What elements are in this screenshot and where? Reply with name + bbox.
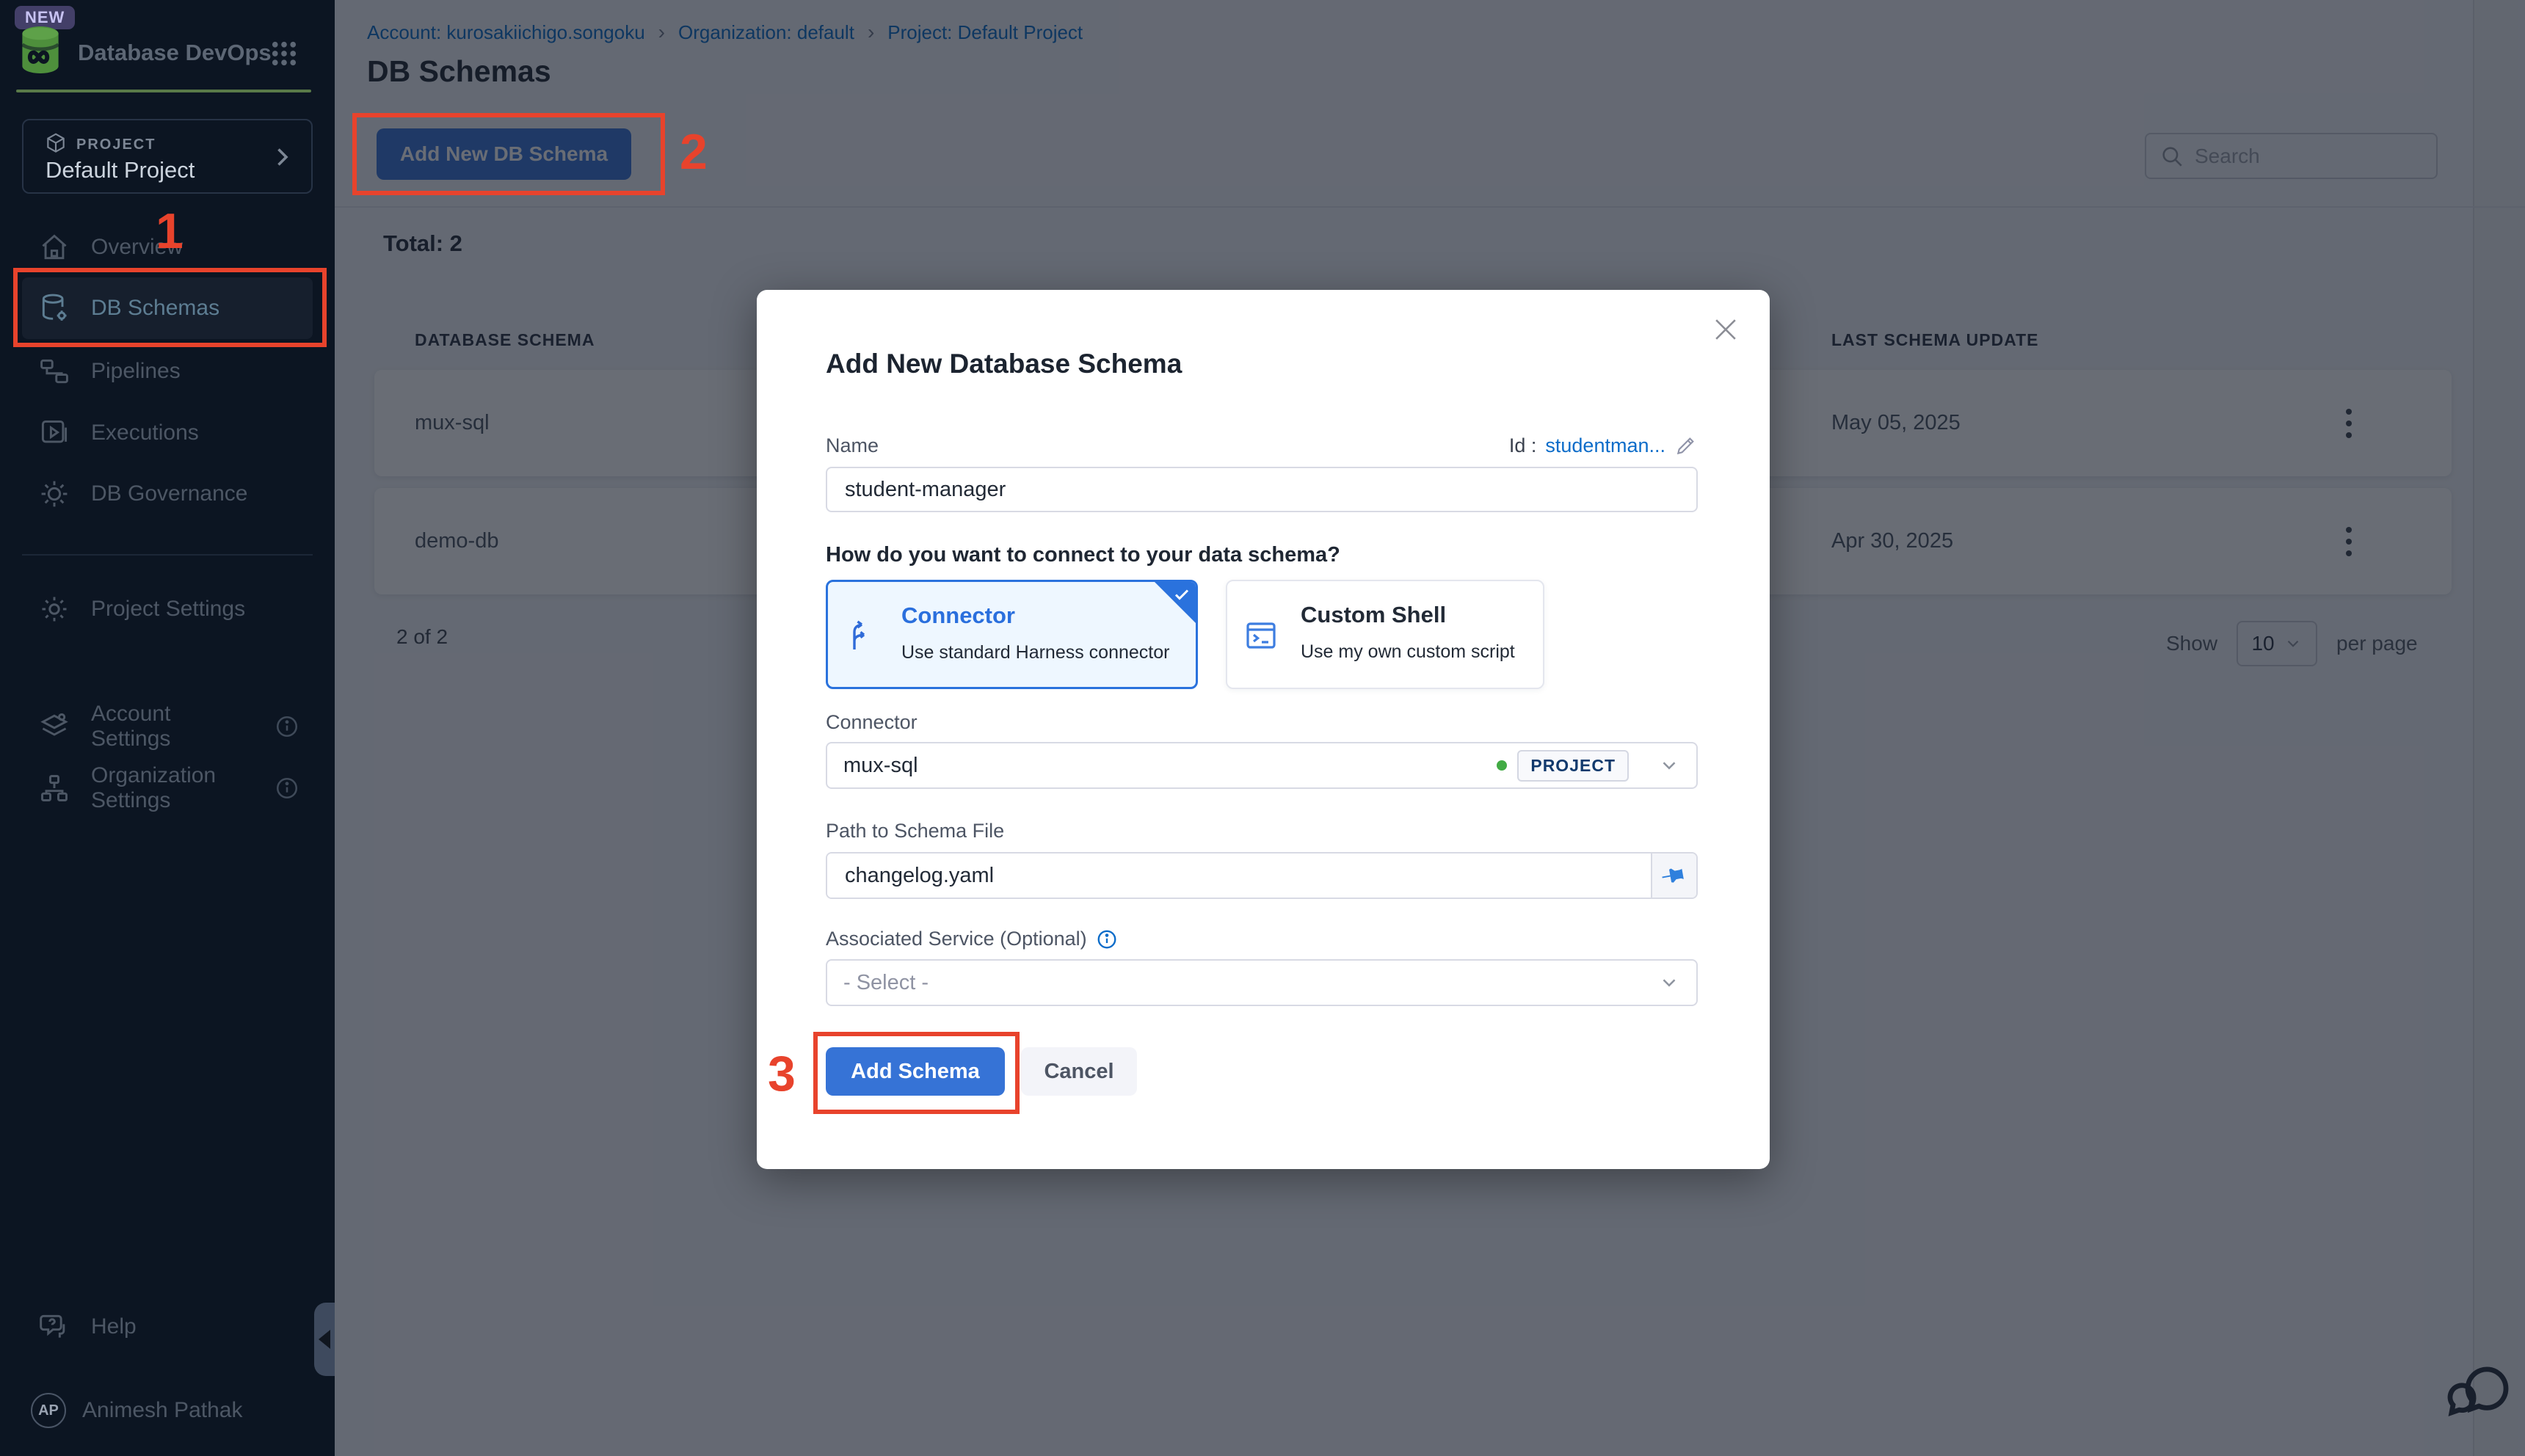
sidebar-item-label: Executions xyxy=(91,421,199,445)
connector-select[interactable]: mux-sql PROJECT xyxy=(826,742,1698,789)
sidebar-item-executions[interactable]: Executions xyxy=(22,402,313,464)
app-title: Database DevOps xyxy=(78,40,272,66)
project-name: Default Project xyxy=(46,157,195,183)
info-icon[interactable] xyxy=(275,714,299,739)
name-field-header: Name Id : studentman... xyxy=(826,434,1698,457)
gear-icon xyxy=(38,593,70,625)
sidebar-collapse-handle[interactable] xyxy=(314,1303,335,1376)
user-name: Animesh Pathak xyxy=(82,1398,242,1423)
connector-status-dot xyxy=(1497,760,1507,771)
add-db-schema-modal: Add New Database Schema Name Id : studen… xyxy=(757,290,1770,1169)
sidebar-item-label: Overview xyxy=(91,235,183,260)
close-icon[interactable] xyxy=(1710,313,1742,346)
terminal-icon xyxy=(1243,618,1279,653)
path-field xyxy=(826,852,1698,899)
option-title: Custom Shell xyxy=(1301,602,1446,628)
option-custom-shell[interactable]: Custom Shell Use my own custom script xyxy=(1226,580,1544,689)
modal-title: Add New Database Schema xyxy=(826,349,1182,379)
path-label: Path to Schema File xyxy=(826,820,1004,842)
sidebar-item-label: Project Settings xyxy=(91,597,245,622)
sidebar-item-label: DB Governance xyxy=(91,481,247,506)
connector-scope-badge: PROJECT xyxy=(1517,750,1629,782)
help-chat-icon xyxy=(38,1311,70,1343)
sidebar-item-label: DB Schemas xyxy=(91,296,219,321)
avatar: AP xyxy=(31,1393,66,1428)
project-cube-icon xyxy=(44,132,68,156)
sidebar-item-label: Pipelines xyxy=(91,359,181,384)
option-connector[interactable]: Connector Use standard Harness connector xyxy=(826,580,1198,689)
sidebar-item-organization-settings[interactable]: Organization Settings xyxy=(22,757,313,819)
schema-name-input[interactable] xyxy=(826,467,1698,512)
sidebar-item-overview[interactable]: Overview xyxy=(22,216,313,278)
chevron-left-icon xyxy=(319,1330,330,1349)
chevron-right-icon xyxy=(269,144,295,170)
schema-id: Id : studentman... xyxy=(1509,434,1698,457)
sidebar-item-db-governance[interactable]: DB Governance xyxy=(22,463,313,525)
info-icon[interactable] xyxy=(275,776,299,801)
sidebar-item-pipelines[interactable]: Pipelines xyxy=(22,341,313,402)
path-input[interactable] xyxy=(827,853,1651,898)
sidebar: NEW Database DevOps PROJE xyxy=(0,0,335,1456)
app-grid-icon[interactable] xyxy=(269,38,299,69)
sidebar-item-account-settings[interactable]: Account Settings xyxy=(22,696,313,757)
project-selector[interactable]: PROJECT Default Project xyxy=(22,119,313,194)
chevron-down-icon xyxy=(1658,754,1680,776)
executions-icon xyxy=(38,417,70,449)
thumbtack-icon xyxy=(1658,859,1691,892)
app-root: NEW Database DevOps PROJE xyxy=(0,0,2525,1456)
chevron-down-icon xyxy=(1658,972,1680,994)
service-field-header: Associated Service (Optional) xyxy=(826,928,1118,950)
pin-button[interactable] xyxy=(1651,853,1696,898)
db-schema-icon xyxy=(38,292,70,324)
project-scope-label: PROJECT xyxy=(76,136,156,153)
service-placeholder: - Select - xyxy=(843,971,929,995)
info-icon[interactable] xyxy=(1096,928,1118,950)
layers-gear-icon xyxy=(38,710,70,743)
governance-gear-icon xyxy=(38,478,70,510)
sidebar-item-label: Account Settings xyxy=(91,702,254,751)
sidebar-item-label: Organization Settings xyxy=(91,763,254,813)
database-devops-logo-icon xyxy=(18,26,63,73)
id-prefix: Id : xyxy=(1509,434,1537,457)
home-icon xyxy=(38,231,70,263)
option-title: Connector xyxy=(901,603,1015,629)
option-subtitle: Use standard Harness connector xyxy=(901,642,1169,663)
connector-value: mux-sql xyxy=(843,754,918,778)
connector-label: Connector xyxy=(826,711,918,734)
id-value-link[interactable]: studentman... xyxy=(1545,434,1665,457)
branch-arrows-icon xyxy=(844,619,879,654)
pipelines-icon xyxy=(38,355,70,387)
service-label: Associated Service (Optional) xyxy=(826,928,1087,950)
name-label: Name xyxy=(826,434,879,457)
cancel-button[interactable]: Cancel xyxy=(1021,1047,1137,1096)
logo-underline xyxy=(16,90,311,92)
sidebar-item-db-schemas[interactable]: DB Schemas xyxy=(22,277,313,339)
add-schema-button[interactable]: Add Schema xyxy=(826,1047,1005,1096)
service-select[interactable]: - Select - xyxy=(826,959,1698,1006)
option-subtitle: Use my own custom script xyxy=(1301,641,1515,663)
org-tree-gear-icon xyxy=(38,772,70,804)
sidebar-item-label: Help xyxy=(91,1314,137,1339)
check-icon xyxy=(1173,586,1191,603)
connect-question: How do you want to connect to your data … xyxy=(826,543,1340,567)
sidebar-divider xyxy=(22,554,313,556)
sidebar-item-project-settings[interactable]: Project Settings xyxy=(22,578,313,640)
edit-id-pencil-icon[interactable] xyxy=(1674,434,1698,457)
sidebar-item-help[interactable]: Help xyxy=(22,1296,313,1358)
user-menu[interactable]: AP Animesh Pathak xyxy=(21,1380,311,1441)
